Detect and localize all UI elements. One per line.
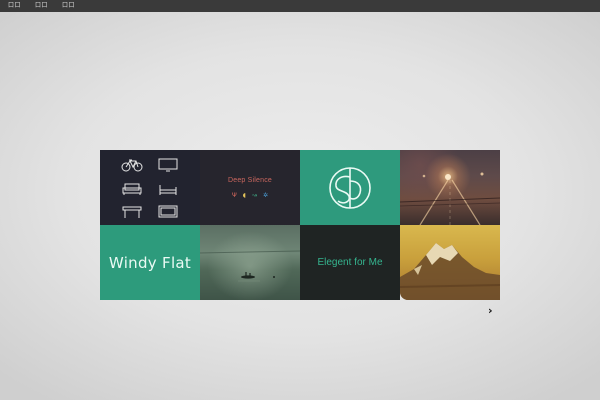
bed-icon (157, 182, 179, 196)
tile-icons[interactable] (100, 150, 200, 225)
sofa-icon (121, 182, 143, 196)
elegant-title: Elegent for Me (317, 257, 383, 268)
tile-lake-photo[interactable] (200, 225, 300, 300)
moon-icon: ◖ (242, 191, 246, 199)
deep-silence-icon-row: Ψ ◖ ↝ ✲ (232, 191, 268, 199)
tile-elegant[interactable]: Elegent for Me (300, 225, 400, 300)
tile-night-road-photo[interactable] (400, 150, 500, 225)
tile-windy-flat[interactable]: Windy Flat (100, 225, 200, 300)
night-road-image (400, 172, 500, 225)
logo-icon (329, 166, 371, 209)
menu-item-3[interactable]: 口口 (62, 0, 75, 12)
monitor-icon (157, 158, 179, 172)
tile-logo[interactable] (300, 150, 400, 225)
lake-image (200, 250, 300, 282)
windy-flat-title: Windy Flat (108, 253, 192, 272)
wave-icon: ↝ (251, 191, 257, 199)
tile-mountain-photo[interactable] (400, 225, 500, 300)
tile-deep-silence[interactable]: Deep Silence Ψ ◖ ↝ ✲ (200, 150, 300, 225)
menu-item-1[interactable]: 口口 (8, 0, 21, 12)
tile-gallery: Deep Silence Ψ ◖ ↝ ✲ Windy Flat Elegent … (100, 150, 500, 300)
tv-icon (157, 205, 179, 219)
mountain-image (400, 243, 500, 300)
deep-silence-title: Deep Silence (227, 176, 273, 184)
trident-icon: Ψ (232, 191, 237, 199)
next-arrow-button[interactable]: › (488, 305, 498, 317)
menu-item-2[interactable]: 口口 (35, 0, 48, 12)
table-icon (121, 205, 143, 219)
snowflake-icon: ✲ (262, 191, 268, 199)
top-menu-bar: 口口 口口 口口 (0, 0, 600, 12)
bicycle-icon (121, 158, 143, 172)
